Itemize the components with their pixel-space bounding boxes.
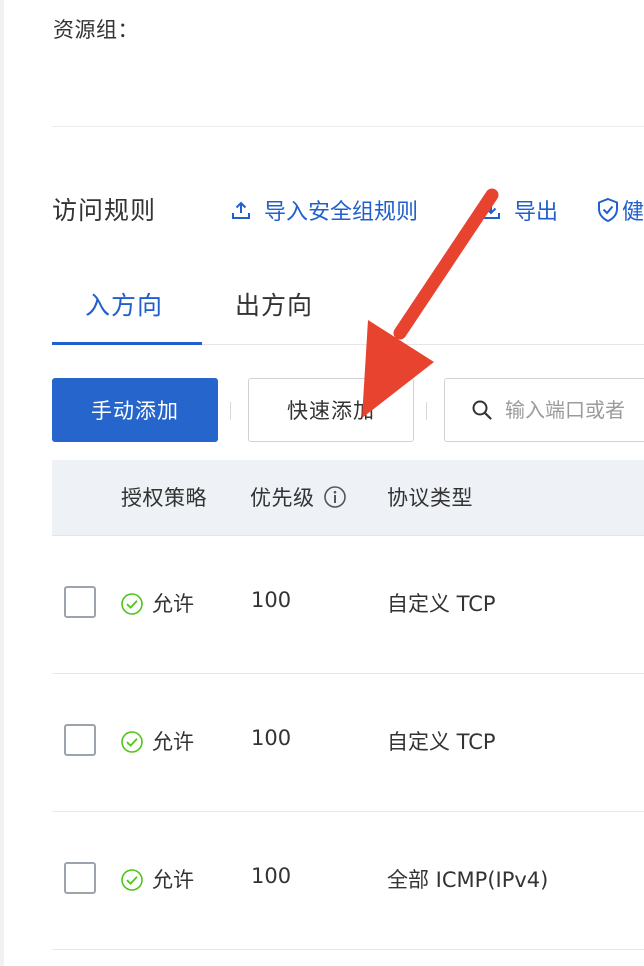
allow-check-circle-icon	[121, 869, 143, 891]
row-policy: 允许	[152, 730, 194, 754]
section-divider	[52, 126, 644, 127]
info-icon[interactable]	[323, 485, 347, 509]
row-policy: 允许	[152, 592, 194, 616]
quick-add-button[interactable]: 快速添加	[248, 378, 414, 442]
active-tab-indicator	[52, 342, 202, 345]
row-protocol: 自定义 TCP	[387, 730, 496, 754]
health-check-link[interactable]: 健	[596, 194, 644, 226]
table-row: 允许 100 自定义 TCP	[52, 674, 644, 812]
manual-add-button[interactable]: 手动添加	[52, 378, 218, 442]
column-header-priority: 优先级	[250, 482, 347, 512]
row-priority: 100	[251, 726, 292, 750]
row-priority: 100	[251, 864, 292, 888]
allow-check-circle-icon	[121, 593, 143, 615]
health-check-label: 健	[622, 200, 644, 225]
import-rules-label: 导入安全组规则	[264, 200, 419, 225]
allow-check-circle-icon	[121, 731, 143, 753]
row-policy: 允许	[152, 868, 194, 892]
export-label: 导出	[514, 200, 559, 225]
upload-icon	[232, 201, 250, 219]
search-input[interactable]	[505, 398, 644, 422]
row-priority: 100	[251, 588, 292, 612]
table-row: 允许 100 全部 ICMP(IPv4)	[52, 812, 644, 950]
row-checkbox[interactable]	[64, 586, 96, 618]
column-header-priority-label: 优先级	[250, 486, 315, 510]
column-header-policy: 授权策略	[121, 486, 207, 510]
import-rules-link[interactable]: 导入安全组规则	[230, 194, 418, 226]
column-header-protocol: 协议类型	[387, 486, 473, 510]
row-protocol: 全部 ICMP(IPv4)	[387, 868, 549, 892]
export-link[interactable]: 导出	[480, 194, 558, 226]
search-box[interactable]	[444, 378, 644, 442]
tab-outbound[interactable]: 出方向	[235, 286, 313, 322]
shield-check-icon	[598, 197, 618, 223]
toolbar-separator	[230, 402, 231, 420]
toolbar-separator	[426, 402, 427, 420]
resource-group-label: 资源组：	[53, 18, 139, 42]
left-panel-border	[0, 0, 4, 966]
tab-inbound[interactable]: 入方向	[85, 286, 163, 322]
row-checkbox[interactable]	[64, 862, 96, 894]
row-checkbox[interactable]	[64, 724, 96, 756]
download-icon	[482, 202, 500, 219]
access-rules-title: 访问规则	[52, 196, 157, 225]
search-icon	[472, 400, 492, 420]
row-protocol: 自定义 TCP	[387, 592, 496, 616]
table-row: 允许 100 自定义 TCP	[52, 536, 644, 674]
